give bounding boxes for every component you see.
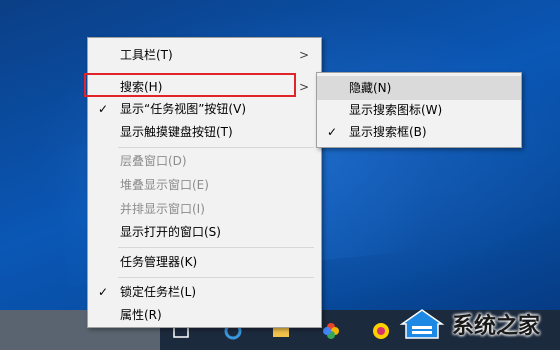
submenu-item-show-search-icon[interactable]: 显示搜索图标(W) [317, 98, 521, 122]
menu-item-label: 工具栏(T) [120, 48, 173, 62]
menu-item-properties[interactable]: 属性(R) [88, 303, 321, 327]
watermark-text: 系统之家 [452, 314, 541, 339]
menu-item-show-task-view-button[interactable]: ✓ 显示“任务视图”按钮(V) [88, 97, 321, 121]
menu-separator [118, 147, 314, 148]
colorful-app-icon[interactable] [322, 322, 340, 340]
submenu-arrow-icon: > [298, 48, 309, 62]
menu-item-side-by-side: 并排显示窗口(I) [88, 197, 321, 221]
menu-item-label: 锁定任务栏(L) [120, 285, 197, 299]
menu-item-label: 层叠窗口(D) [120, 154, 187, 168]
menu-item-label: 显示搜索框(B) [349, 125, 427, 139]
menu-item-label: 显示搜索图标(W) [349, 103, 443, 117]
menu-item-label: 并排显示窗口(I) [120, 202, 205, 216]
menu-separator [118, 277, 314, 278]
menu-item-lock-taskbar[interactable]: ✓ 锁定任务栏(L) [88, 280, 321, 304]
house-logo-icon [399, 309, 445, 339]
media-player-icon[interactable] [372, 322, 390, 340]
menu-item-toolbars[interactable]: 工具栏(T) > [88, 43, 321, 67]
checkmark-icon: ✓ [327, 125, 338, 139]
menu-item-task-manager[interactable]: 任务管理器(K) [88, 250, 321, 274]
menu-item-label: 堆叠显示窗口(E) [120, 178, 209, 192]
search-submenu: 隐藏(N) 显示搜索图标(W) ✓ 显示搜索框(B) [316, 72, 522, 148]
menu-item-label: 属性(R) [120, 308, 162, 322]
watermark: 系统之家 [392, 300, 560, 350]
highlight-box [84, 73, 296, 97]
submenu-item-hidden[interactable]: 隐藏(N) [317, 76, 521, 100]
menu-item-cascade-windows: 层叠窗口(D) [88, 149, 321, 173]
menu-item-show-touch-keyboard[interactable]: 显示触摸键盘按钮(T) [88, 120, 321, 144]
menu-item-label: 显示打开的窗口(S) [120, 225, 221, 239]
submenu-item-show-search-box[interactable]: ✓ 显示搜索框(B) [317, 120, 521, 144]
menu-item-show-open-windows[interactable]: 显示打开的窗口(S) [88, 220, 321, 244]
menu-item-label: 隐藏(N) [349, 81, 392, 95]
checkmark-icon: ✓ [98, 285, 109, 299]
menu-item-stack-windows: 堆叠显示窗口(E) [88, 173, 321, 197]
menu-separator [118, 247, 314, 248]
menu-item-label: 任务管理器(K) [120, 255, 198, 269]
submenu-arrow-icon: > [298, 80, 309, 94]
menu-item-label: 显示“任务视图”按钮(V) [120, 102, 247, 116]
menu-item-label: 显示触摸键盘按钮(T) [120, 125, 233, 139]
checkmark-icon: ✓ [98, 102, 109, 116]
